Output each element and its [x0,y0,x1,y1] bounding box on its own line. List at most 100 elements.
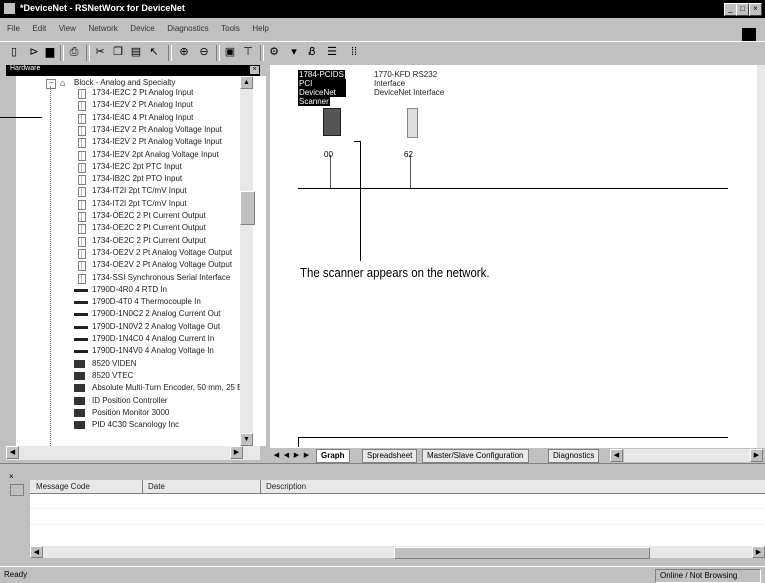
next-tab-icon[interactable]: ▶ [292,450,301,461]
tree-item[interactable]: 1734-IE2C 2pt PTC Input [16,162,256,173]
tree-item[interactable]: 1734-OE2C 2 Pt Current Output [16,211,256,222]
tree-item[interactable]: 1734-IE2C 2 Pt Analog Input [16,88,256,99]
hardware-view-icon[interactable]: ▣ [222,45,238,60]
edsa-icon[interactable]: ⁞⁞ [346,45,362,60]
tree-item[interactable]: 1734-IE2V 2 Pt Analog Voltage Input [16,137,256,149]
tree-category[interactable]: − ⌂ Block - Analog and Specialty [16,78,256,89]
device-icon [78,162,86,173]
zoom-out-icon[interactable]: ⊖ [196,45,212,60]
tree-item[interactable]: 1734-IT2I 2pt TC/mV Input [16,199,256,210]
tree-item[interactable]: 1734-OE2C 2 Pt Current Output [16,223,256,235]
open-icon[interactable]: ⊳ [26,45,42,60]
close-panel-icon[interactable]: × [250,66,259,74]
message-horizontal-scrollbar[interactable]: ◀ ▶ [30,546,765,559]
column-separator[interactable] [142,480,143,494]
tree-item[interactable]: 1734-IE2V 2 Pt Analog Input [16,100,256,112]
tree-item[interactable]: 8520 VTEC [16,371,256,381]
column-header-date[interactable]: Date [148,482,165,491]
menu-tools[interactable]: Tools [221,24,240,33]
menu-edit[interactable]: Edit [32,24,46,33]
zoom-in-icon[interactable]: ⊕ [176,45,192,60]
print-icon[interactable]: ⎙ [66,45,82,60]
toolbar-separator [168,45,172,61]
menu-view[interactable]: View [59,24,76,33]
menu-diagnostics[interactable]: Diagnostics [167,24,208,33]
cut-icon[interactable]: ✂ [92,45,108,60]
menu-help[interactable]: Help [252,24,268,33]
message-table-body[interactable] [30,494,765,546]
scroll-right-icon[interactable]: ▶ [752,546,765,558]
tree-item[interactable]: 1734-IB2C 2pt PTO Input [16,174,256,186]
graph-horizontal-scrollbar[interactable] [624,449,750,462]
paste-icon[interactable]: ▤ [128,45,144,60]
tree-item[interactable]: ID Position Controller [16,396,256,406]
toolbar-separator [216,45,220,61]
tab-diagnostics[interactable]: Diagnostics [548,449,600,463]
tree-item[interactable]: 1734-IE2V 2pt Analog Voltage Input [16,150,256,161]
tab-scroll-right-icon[interactable]: ▶ [750,449,763,462]
tree-item[interactable]: 1790D-4T0 4 Thermocouple In [16,297,256,307]
tree-item[interactable]: 1734-IE4C 4 Pt Analog Input [16,113,256,124]
tree-item[interactable]: PID 4C30 Scanology Inc [16,420,256,430]
tree-item[interactable]: 1790D-4R0 4 RTD In [16,285,256,295]
graph-view-icon[interactable]: ⊤ [240,45,256,60]
tree-item[interactable]: 1790D-1N4C0 4 Analog Current In [16,334,256,344]
tree-item[interactable]: Absolute Multi-Turn Encoder, 50 mm, 25 B… [16,383,256,393]
tree-item[interactable]: 1790D-1N4V0 4 Analog Voltage In [16,346,256,356]
scroll-thumb[interactable] [394,547,650,559]
hardware-tree[interactable]: − ⌂ Block - Analog and Specialty 1734-IE… [16,76,266,446]
tree-horizontal-scrollbar[interactable]: ◀ ▶ [6,446,260,460]
network-graph[interactable]: 1784-PCIDS PCI DeviceNet Scanner 1770-KF… [270,65,765,448]
scroll-up-icon[interactable]: ▲ [240,76,253,89]
tree-item[interactable]: 1734-SSI Synchronous Serial Interface [16,273,256,284]
column-separator[interactable] [260,480,261,494]
last-tab-icon[interactable]: ▶ [302,450,311,461]
close-messages-icon[interactable]: × [9,472,14,481]
interface-device-icon[interactable] [407,108,418,138]
tree-item[interactable]: 1734-IE2V 2 Pt Analog Voltage Input [16,125,256,136]
close-button[interactable]: × [749,3,762,16]
tree-item[interactable]: 1790D-1N0C2 2 Analog Current Out [16,309,256,319]
scroll-left-icon[interactable]: ◀ [6,446,19,459]
column-header-message-code[interactable]: Message Code [36,482,90,491]
save-icon[interactable]: ▆ [42,45,58,60]
tree-item[interactable]: 1734-OE2V 2 Pt Analog Voltage Output [16,260,256,272]
online-icon[interactable]: ⚙ [266,45,282,60]
scroll-down-icon[interactable]: ▼ [240,433,253,446]
scroll-right-icon[interactable]: ▶ [230,446,243,459]
splitter[interactable] [0,463,765,467]
download-icon[interactable]: Ᏸ [304,45,320,60]
tab-spreadsheet[interactable]: Spreadsheet [362,449,418,463]
tab-master-slave[interactable]: Master/Slave Configuration [422,449,529,463]
tree-item[interactable]: 1790D-1N0V2 2 Analog Voltage Out [16,322,256,332]
tree-vertical-scrollbar[interactable]: ▲ ▼ [240,76,255,446]
tab-graph[interactable]: Graph [316,449,350,463]
new-icon[interactable]: ▯ [6,45,22,60]
tree-item-label: 1734-OE2C 2 Pt Current Output [92,223,206,233]
dock-icon[interactable] [10,484,24,496]
tree-item[interactable]: Position Monitor 3000 [16,408,256,418]
copy-icon[interactable]: ❐ [110,45,126,60]
menu-network[interactable]: Network [88,24,117,33]
scanner-device-icon[interactable] [323,108,341,136]
tree-item[interactable]: 8520 VIDEN [16,359,256,369]
message-side-grip[interactable]: × [8,470,26,560]
upload-icon[interactable]: ▾ [286,45,302,60]
tree-item[interactable]: 1734-OE2V 2 Pt Analog Voltage Output [16,248,256,259]
menu-device[interactable]: Device [130,24,154,33]
properties-icon[interactable]: ☰ [324,45,340,60]
scroll-left-icon[interactable]: ◀ [30,546,43,558]
help-pointer-icon[interactable]: ↖ [146,45,162,60]
mdi-restore-button[interactable] [742,28,756,42]
graph-vertical-scrollbar[interactable] [757,65,765,448]
first-tab-icon[interactable]: ◀ [272,450,281,461]
tree-item[interactable]: 1734-OE2C 2 Pt Current Output [16,236,256,247]
prev-tab-icon[interactable]: ◀ [282,450,291,461]
tab-scroll-left-icon[interactable]: ◀ [610,449,623,462]
tree-item[interactable]: 1734-IT2I 2pt TC/mV Input [16,186,256,198]
maximize-button[interactable]: □ [736,3,749,16]
menu-file[interactable]: File [7,24,20,33]
column-header-description[interactable]: Description [266,482,306,491]
scroll-thumb[interactable] [240,191,255,225]
tree-item-label: 1734-IT2I 2pt TC/mV Input [92,186,187,196]
